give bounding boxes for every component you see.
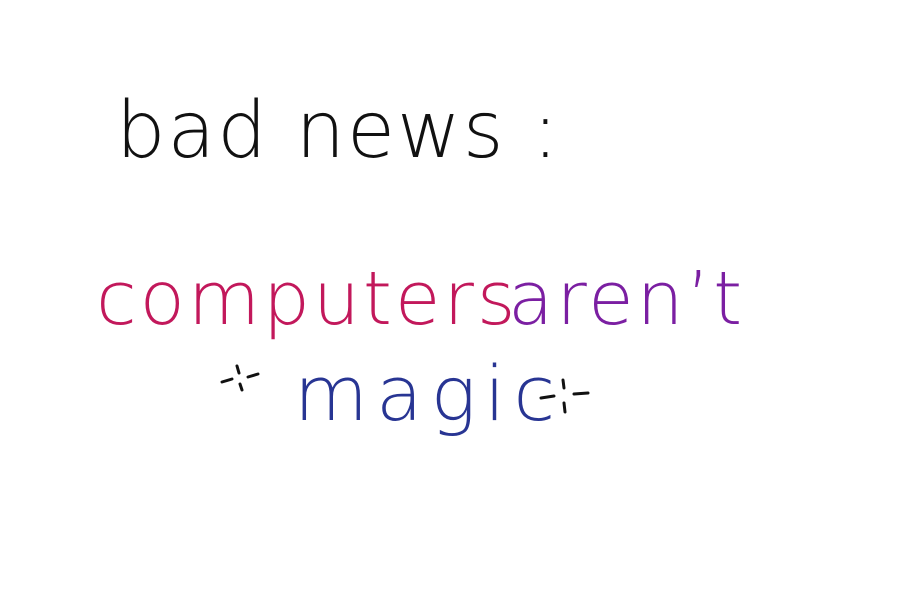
word-arent: aren’t [508, 256, 746, 342]
sparkle-icon [220, 364, 260, 392]
heading-bad-news: bad news : [116, 86, 561, 176]
word-magic: magic [294, 349, 564, 438]
word-computers: computers [96, 256, 519, 342]
sparkle-icon [539, 378, 590, 414]
drawing-canvas: bad news : computers aren’t magic [0, 0, 900, 600]
